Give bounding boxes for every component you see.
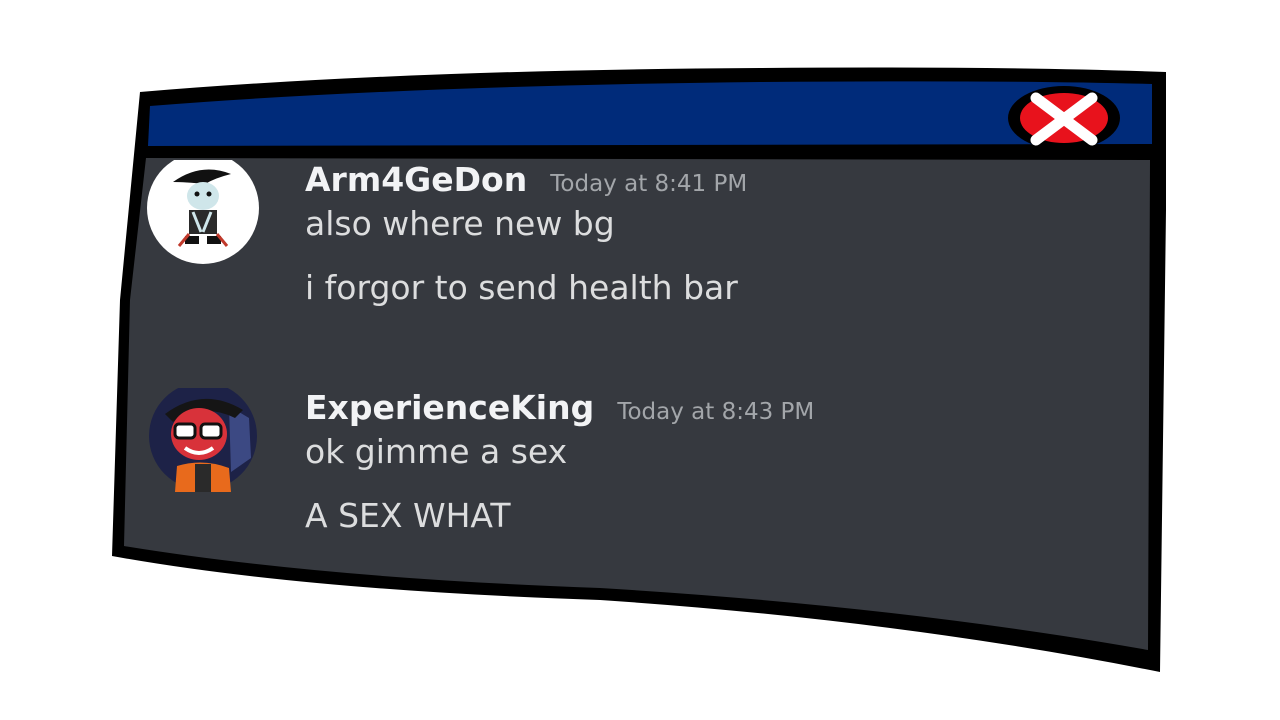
timestamp: Today at 8:41 PM xyxy=(550,171,748,197)
message-line: i forgor to send health bar xyxy=(305,268,738,307)
username[interactable]: Arm4GeDon xyxy=(305,160,527,199)
avatar-arm4gedon xyxy=(147,160,259,264)
message-header: Arm4GeDon Today at 8:41 PM xyxy=(305,160,1025,200)
message-content: Arm4GeDon Today at 8:41 PM also where ne… xyxy=(305,160,1025,328)
avatar[interactable] xyxy=(145,388,261,492)
message-header: ExperienceKing Today at 8:43 PM xyxy=(305,388,1025,428)
message-line: ok gimme a sex xyxy=(305,432,568,471)
avatar-experienceking xyxy=(149,388,257,492)
message-line: A SEX WHAT xyxy=(305,496,511,535)
timestamp: Today at 8:43 PM xyxy=(617,399,815,425)
close-button[interactable] xyxy=(1006,84,1122,148)
chat-window-screenshot: Arm4GeDon Today at 8:41 PM also where ne… xyxy=(0,0,1280,720)
username[interactable]: ExperienceKing xyxy=(305,388,594,427)
close-icon xyxy=(1008,86,1120,148)
message-line: also where new bg xyxy=(305,204,615,243)
avatar[interactable] xyxy=(145,160,261,264)
message-content: ExperienceKing Today at 8:43 PM ok gimme… xyxy=(305,388,1025,556)
